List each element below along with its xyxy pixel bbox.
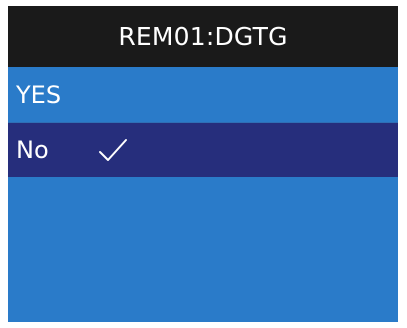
checkmark-icon <box>98 136 128 166</box>
option-no-label: No <box>16 136 49 164</box>
option-list: YES No <box>8 67 398 177</box>
screen-title-text: REM01:DGTG <box>118 22 288 51</box>
option-yes[interactable]: YES <box>8 67 398 122</box>
option-no[interactable]: No <box>8 122 398 177</box>
option-yes-label: YES <box>16 80 62 109</box>
screen-title: REM01:DGTG <box>8 6 398 67</box>
menu-screen: REM01:DGTG YES No <box>8 6 398 322</box>
